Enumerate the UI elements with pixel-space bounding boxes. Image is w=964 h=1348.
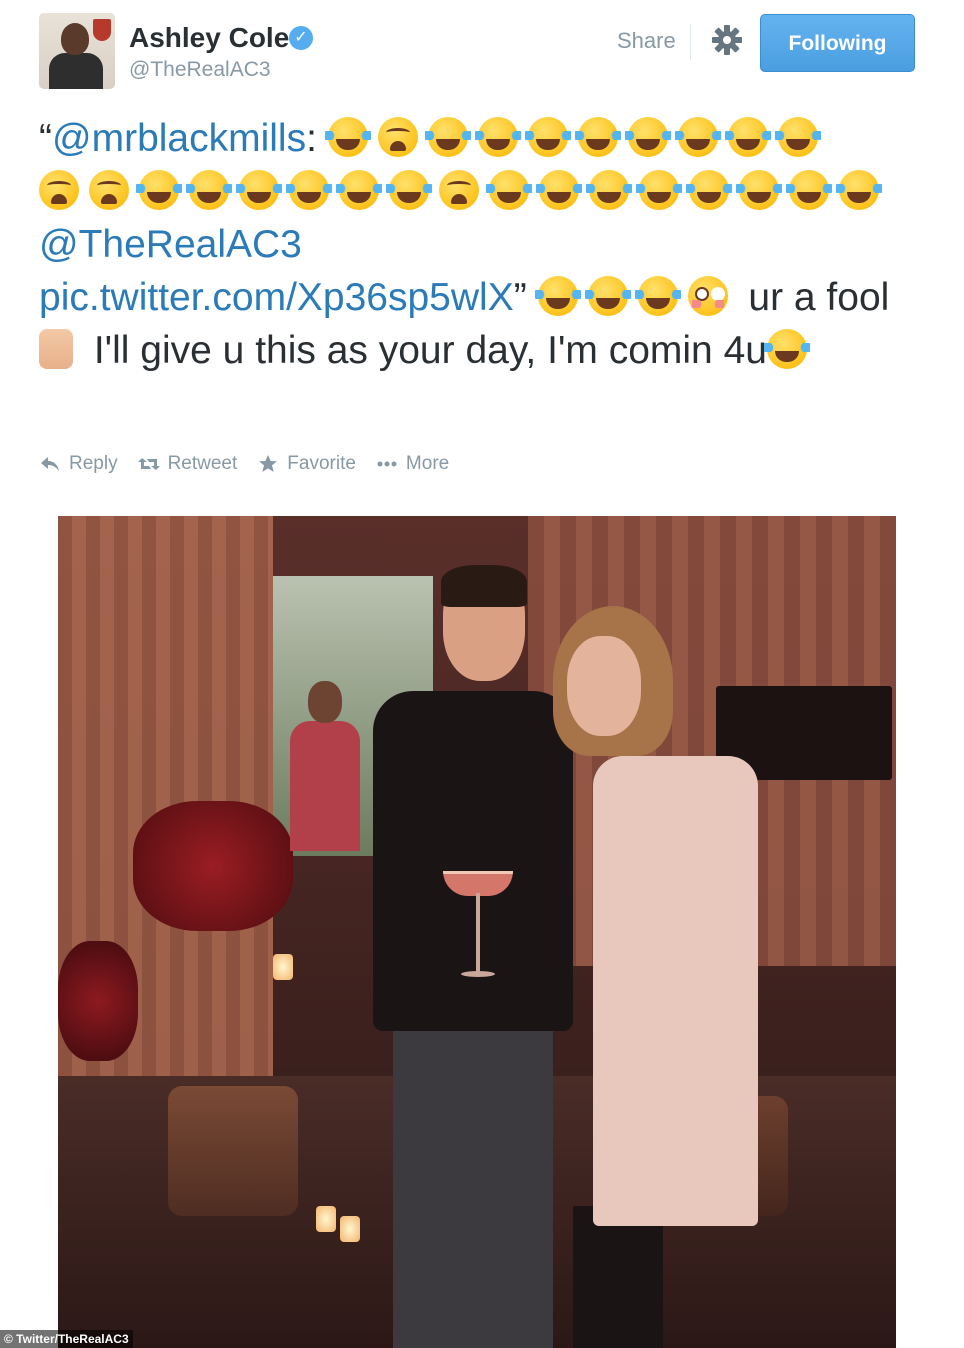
joy-emoji-icon bbox=[724, 117, 771, 157]
photo-credit: © Twitter/TheRealAC3 bbox=[0, 1330, 133, 1348]
rose-bouquet bbox=[133, 801, 293, 931]
joy-emoji-icon bbox=[686, 170, 732, 210]
retweet-button[interactable]: Retweet bbox=[137, 453, 238, 475]
joy-emoji-icon bbox=[536, 170, 582, 210]
tweet-photo[interactable] bbox=[58, 516, 896, 1348]
avatar-head bbox=[61, 23, 89, 55]
weary-emoji-icon bbox=[39, 170, 79, 210]
emoji-row bbox=[324, 117, 828, 160]
joy-emoji-icon bbox=[774, 117, 821, 157]
candle bbox=[340, 1216, 360, 1242]
joy-emoji-icon bbox=[636, 170, 682, 210]
more-label: More bbox=[405, 453, 450, 474]
tweet-text: “@mrblackmills: @TheRealAC3 pic.twitter.… bbox=[39, 112, 919, 377]
open-quote: “ bbox=[39, 117, 52, 160]
profile-avatar[interactable] bbox=[39, 13, 115, 89]
joy-emoji-icon bbox=[524, 117, 571, 157]
joy-emoji-icon bbox=[186, 170, 232, 210]
club-crest-icon bbox=[93, 19, 111, 41]
joy-emoji-icon bbox=[136, 170, 182, 210]
emoji-row bbox=[534, 276, 738, 319]
joy-emoji-icon bbox=[486, 170, 532, 210]
reply-label: Reply bbox=[69, 453, 118, 474]
colon: : bbox=[306, 117, 317, 160]
glass-stem bbox=[476, 893, 480, 973]
joy-emoji-icon bbox=[386, 170, 432, 210]
joy-emoji-icon bbox=[424, 117, 471, 157]
woman-legs bbox=[573, 1206, 663, 1348]
joy-emoji-icon bbox=[534, 276, 581, 316]
glass-base bbox=[461, 971, 495, 977]
flushed-emoji-icon bbox=[687, 276, 728, 316]
rose-bouquet bbox=[58, 941, 138, 1061]
more-dots-icon bbox=[377, 461, 397, 467]
joy-emoji-icon bbox=[586, 170, 632, 210]
avatar-figure bbox=[49, 53, 103, 89]
divider bbox=[690, 24, 691, 60]
candle bbox=[316, 1206, 336, 1232]
reply-icon bbox=[41, 457, 59, 471]
candle bbox=[273, 954, 293, 980]
mention-link[interactable]: @TheRealAC3 bbox=[39, 223, 302, 266]
joy-emoji-icon bbox=[736, 170, 782, 210]
man-jeans bbox=[393, 1021, 553, 1348]
woman-face bbox=[567, 636, 641, 736]
favorite-label: Favorite bbox=[287, 453, 356, 474]
tweet-text-part: ur a fool bbox=[748, 276, 890, 319]
joy-emoji-icon bbox=[336, 170, 382, 210]
mention-link[interactable]: @mrblackmills bbox=[52, 117, 306, 160]
more-button[interactable]: More bbox=[376, 453, 449, 475]
pic-link[interactable]: pic.twitter.com/Xp36sp5wlX bbox=[39, 276, 514, 319]
raised-hands-icon bbox=[39, 329, 73, 369]
ottoman bbox=[168, 1086, 298, 1216]
joy-emoji-icon bbox=[763, 329, 810, 369]
weary-emoji-icon bbox=[439, 170, 479, 210]
retweet-icon bbox=[137, 458, 160, 470]
joy-emoji-icon bbox=[324, 117, 371, 157]
joy-emoji-icon bbox=[836, 170, 882, 210]
weary-emoji-icon bbox=[377, 117, 418, 157]
star-icon bbox=[259, 455, 278, 472]
user-handle[interactable]: @TheRealAC3 bbox=[129, 58, 271, 82]
share-link[interactable]: Share bbox=[617, 28, 676, 54]
close-quote: ” bbox=[513, 276, 527, 319]
cocktail-glass bbox=[443, 871, 513, 1001]
emoji-row bbox=[39, 170, 889, 213]
joy-emoji-icon bbox=[584, 276, 631, 316]
joy-emoji-icon bbox=[786, 170, 832, 210]
tweet-text-part: I'll give u this as your day, I'm comin … bbox=[93, 329, 767, 372]
retweet-label: Retweet bbox=[167, 453, 238, 474]
joy-emoji-icon bbox=[574, 117, 621, 157]
weary-emoji-icon bbox=[89, 170, 129, 210]
joy-emoji-icon bbox=[286, 170, 332, 210]
woman-coat bbox=[593, 756, 758, 1226]
man-hair bbox=[441, 565, 527, 607]
tweet-actions: Reply Retweet Favorite More bbox=[39, 453, 449, 475]
display-name[interactable]: Ashley Cole bbox=[129, 22, 289, 54]
woman-figure bbox=[553, 606, 758, 1348]
gear-icon[interactable] bbox=[709, 22, 745, 58]
following-button[interactable]: Following bbox=[760, 14, 915, 72]
joy-emoji-icon bbox=[634, 276, 681, 316]
reply-button[interactable]: Reply bbox=[39, 453, 118, 475]
joy-emoji-icon bbox=[236, 170, 282, 210]
joy-emoji-icon bbox=[674, 117, 721, 157]
joy-emoji-icon bbox=[474, 117, 521, 157]
verified-icon: ✓ bbox=[289, 26, 313, 50]
favorite-button[interactable]: Favorite bbox=[257, 453, 356, 475]
joy-emoji-icon bbox=[624, 117, 671, 157]
